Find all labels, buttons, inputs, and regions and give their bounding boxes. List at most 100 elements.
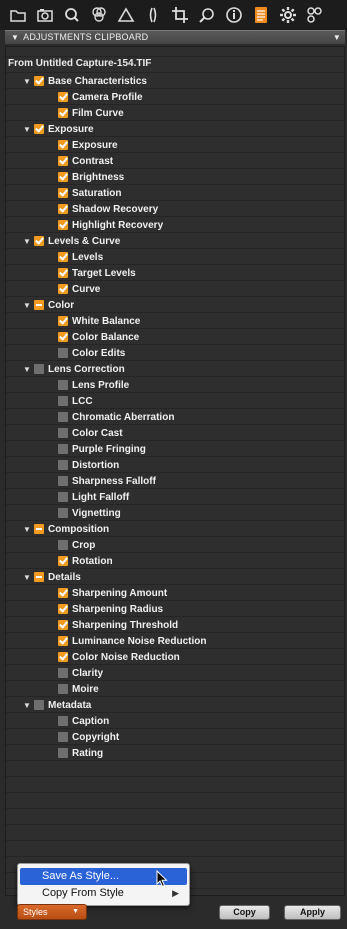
checkbox[interactable] (58, 652, 68, 662)
disclosure-triangle-icon[interactable]: ▼ (22, 301, 32, 310)
checkbox[interactable] (58, 668, 68, 678)
checkbox[interactable] (58, 620, 68, 630)
gear-icon[interactable] (276, 3, 300, 27)
folder-icon[interactable] (6, 3, 30, 27)
disclosure-triangle-icon[interactable]: ▼ (22, 365, 32, 374)
item-row[interactable]: Luminance Noise Reduction (58, 633, 206, 649)
styles-button[interactable]: Styles ▼ (17, 904, 87, 920)
checkbox[interactable] (34, 572, 44, 582)
checkbox[interactable] (58, 636, 68, 646)
checkbox[interactable] (34, 364, 44, 374)
checkbox[interactable] (58, 604, 68, 614)
checkbox[interactable] (58, 412, 68, 422)
checkbox[interactable] (58, 204, 68, 214)
item-row[interactable]: Sharpness Falloff (58, 473, 156, 489)
checkbox[interactable] (34, 300, 44, 310)
collapse-triangle-icon[interactable]: ▼ (11, 33, 19, 42)
item-row[interactable]: Shadow Recovery (58, 201, 158, 217)
group-row[interactable]: ▼ Lens Correction (22, 361, 125, 377)
checkbox[interactable] (58, 380, 68, 390)
item-row[interactable]: Vignetting (58, 505, 121, 521)
checkbox[interactable] (58, 284, 68, 294)
item-row[interactable]: Rating (58, 745, 103, 761)
item-row[interactable]: Film Curve (58, 105, 124, 121)
batch-icon[interactable] (303, 3, 327, 27)
item-row[interactable]: Moire (58, 681, 99, 697)
item-row[interactable]: Caption (58, 713, 109, 729)
group-row[interactable]: ▼ Metadata (22, 697, 91, 713)
checkbox[interactable] (58, 396, 68, 406)
item-row[interactable]: Sharpening Amount (58, 585, 167, 601)
group-row[interactable]: ▼ Color (22, 297, 74, 313)
item-row[interactable]: Brightness (58, 169, 124, 185)
spot-icon[interactable] (195, 3, 219, 27)
item-row[interactable]: Color Edits (58, 345, 125, 361)
item-row[interactable]: Sharpening Threshold (58, 617, 178, 633)
item-row[interactable]: LCC (58, 393, 93, 409)
checkbox[interactable] (58, 252, 68, 262)
disclosure-triangle-icon[interactable]: ▼ (22, 125, 32, 134)
disclosure-triangle-icon[interactable]: ▼ (22, 701, 32, 710)
item-row[interactable]: Exposure (58, 137, 118, 153)
item-row[interactable]: Sharpening Radius (58, 601, 163, 617)
item-row[interactable]: Chromatic Aberration (58, 409, 174, 425)
checkbox[interactable] (58, 732, 68, 742)
item-row[interactable]: Color Cast (58, 425, 123, 441)
item-row[interactable]: Rotation (58, 553, 113, 569)
group-row[interactable]: ▼ Levels & Curve (22, 233, 120, 249)
item-row[interactable]: Clarity (58, 665, 103, 681)
color-wheel-icon[interactable] (87, 3, 111, 27)
checkbox[interactable] (58, 476, 68, 486)
item-row[interactable]: Curve (58, 281, 100, 297)
item-row[interactable]: Distortion (58, 457, 119, 473)
checkbox[interactable] (34, 124, 44, 134)
item-row[interactable]: Contrast (58, 153, 113, 169)
adjustments-clipboard-header[interactable]: ▼ ADJUSTMENTS CLIPBOARD ▼ (5, 30, 345, 44)
checkbox[interactable] (58, 108, 68, 118)
checkbox[interactable] (58, 540, 68, 550)
checkbox[interactable] (58, 492, 68, 502)
item-row[interactable]: Highlight Recovery (58, 217, 163, 233)
checkbox[interactable] (58, 716, 68, 726)
camera-icon[interactable] (33, 3, 57, 27)
disclosure-triangle-icon[interactable]: ▼ (22, 573, 32, 582)
checkbox[interactable] (58, 268, 68, 278)
item-row[interactable]: Color Balance (58, 329, 139, 345)
checkbox[interactable] (58, 460, 68, 470)
exposure-icon[interactable] (114, 3, 138, 27)
group-row[interactable]: ▼ Exposure (22, 121, 94, 137)
checkbox[interactable] (34, 524, 44, 534)
info-icon[interactable] (222, 3, 246, 27)
group-row[interactable]: ▼ Details (22, 569, 81, 585)
item-row[interactable]: Camera Profile (58, 89, 143, 105)
group-row[interactable]: ▼ Composition (22, 521, 109, 537)
checkbox[interactable] (58, 140, 68, 150)
item-row[interactable]: Levels (58, 249, 103, 265)
checkbox[interactable] (58, 332, 68, 342)
item-row[interactable]: Lens Profile (58, 377, 129, 393)
group-row[interactable]: ▼ Base Characteristics (22, 73, 147, 89)
checkbox[interactable] (58, 348, 68, 358)
disclosure-triangle-icon[interactable]: ▼ (22, 525, 32, 534)
item-row[interactable]: Saturation (58, 185, 121, 201)
checkbox[interactable] (58, 92, 68, 102)
checkbox[interactable] (58, 172, 68, 182)
checkbox[interactable] (58, 556, 68, 566)
checkbox[interactable] (58, 748, 68, 758)
checkbox[interactable] (58, 588, 68, 598)
item-row[interactable]: Copyright (58, 729, 119, 745)
apply-button[interactable]: Apply (284, 905, 341, 920)
checkbox[interactable] (34, 76, 44, 86)
item-row[interactable]: Crop (58, 537, 95, 553)
disclosure-triangle-icon[interactable]: ▼ (22, 77, 32, 86)
checkbox[interactable] (34, 236, 44, 246)
checkbox[interactable] (34, 700, 44, 710)
item-row[interactable]: White Balance (58, 313, 140, 329)
checkbox[interactable] (58, 684, 68, 694)
item-row[interactable]: Purple Fringing (58, 441, 146, 457)
copy-button[interactable]: Copy (219, 905, 270, 920)
checkbox[interactable] (58, 444, 68, 454)
adjustments-icon[interactable] (249, 3, 273, 27)
checkbox[interactable] (58, 316, 68, 326)
checkbox[interactable] (58, 508, 68, 518)
